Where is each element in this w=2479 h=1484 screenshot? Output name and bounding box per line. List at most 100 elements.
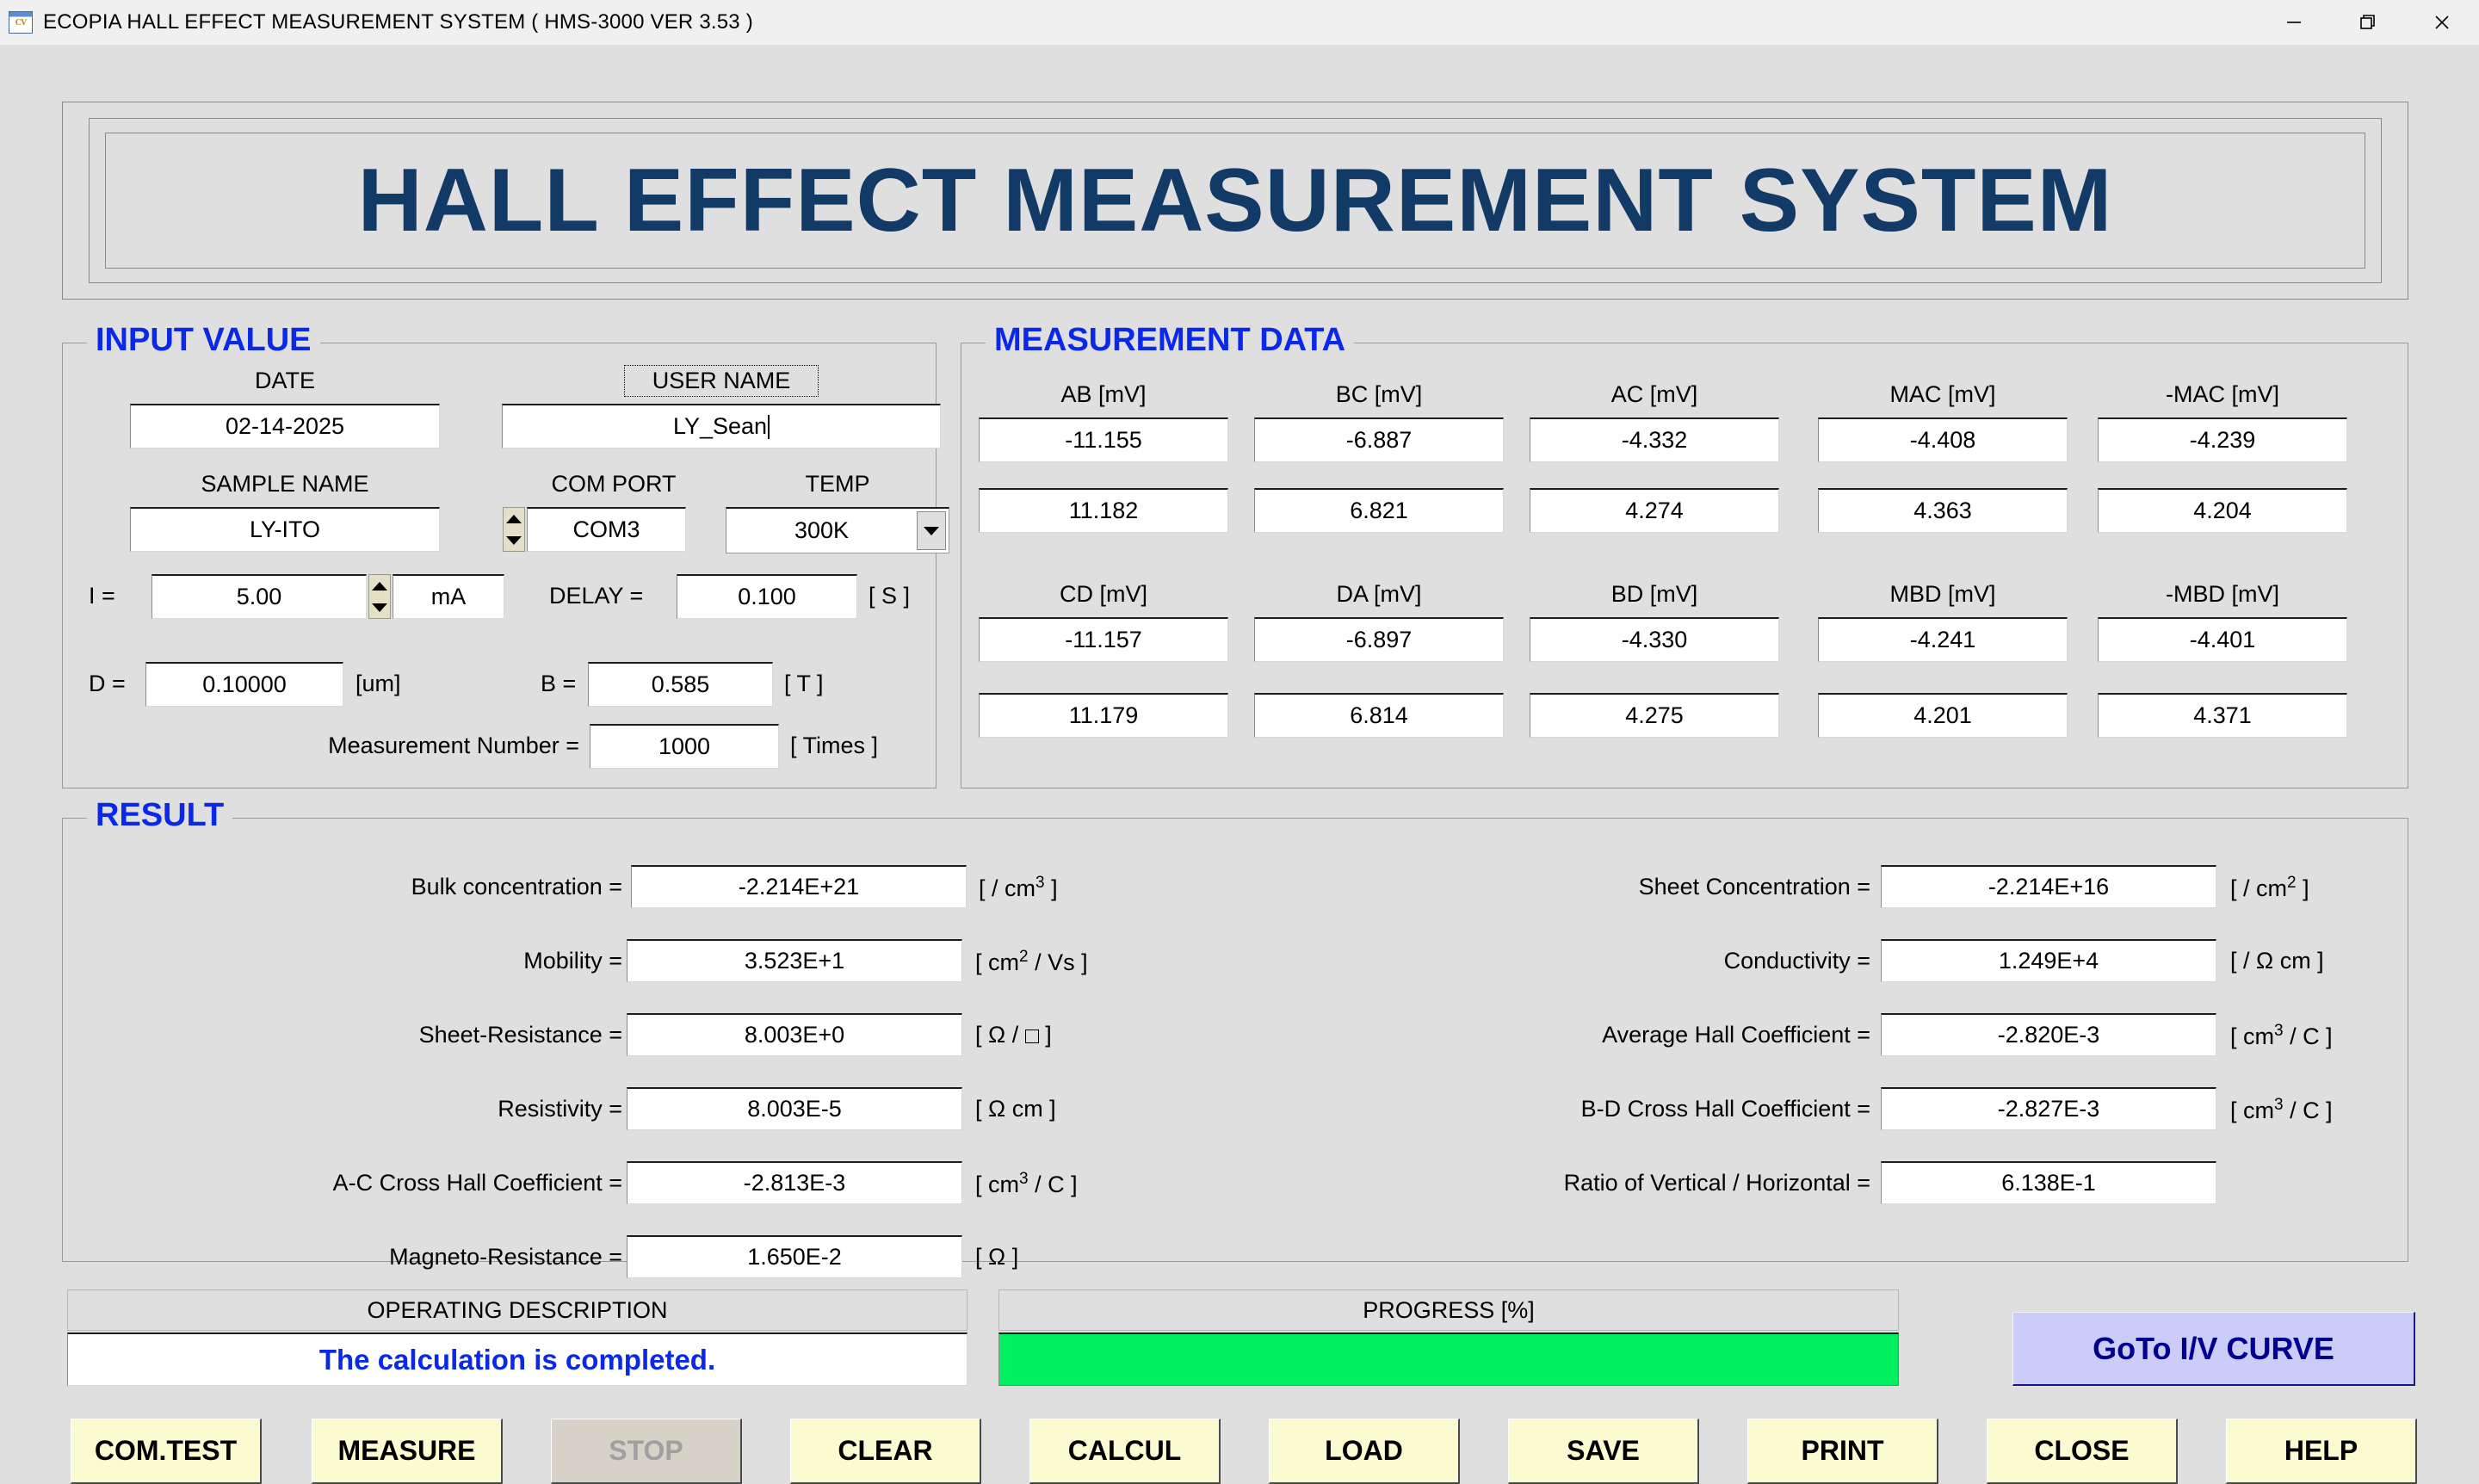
current-unit-spinner[interactable]	[368, 574, 391, 619]
resistivity-value[interactable]: 8.003E-5	[627, 1087, 962, 1130]
sheet-resistance-value[interactable]: 8.003E+0	[627, 1013, 962, 1056]
close-button[interactable]	[2405, 0, 2479, 45]
resistivity-label: Resistivity =	[498, 1096, 622, 1122]
mobility-value[interactable]: 3.523E+1	[627, 939, 962, 982]
unit-post: / Vs ]	[1035, 949, 1088, 975]
window-title: ECOPIA HALL EFFECT MEASUREMENT SYSTEM ( …	[43, 10, 753, 34]
current-unit-spinner-down[interactable]	[369, 597, 390, 618]
conductivity-value[interactable]: 1.249E+4	[1881, 939, 2216, 982]
magneto-resistance-label: Magneto-Resistance =	[389, 1244, 622, 1270]
temp-label: TEMP	[805, 471, 870, 497]
operating-description-caption: OPERATING DESCRIPTION	[67, 1289, 967, 1331]
unit-sup: 2	[2287, 874, 2297, 892]
meas-value-nmbd-1[interactable]: -4.401	[2098, 617, 2347, 662]
minimize-button[interactable]	[2257, 0, 2331, 45]
sheet-concentration-value[interactable]: -2.214E+16	[1881, 865, 2216, 908]
unit-sup: 3	[1019, 1170, 1029, 1188]
stop-button: STOP	[551, 1419, 742, 1484]
meas-value-nmac-1[interactable]: -4.239	[2098, 417, 2347, 462]
user-name-input[interactable]: LY_Sean	[502, 404, 941, 448]
meas-header-mac: MAC [mV]	[1889, 381, 1996, 407]
progress-caption: PROGRESS [%]	[998, 1289, 1899, 1331]
meas-value-bd-1[interactable]: -4.330	[1530, 617, 1779, 662]
meas-value-cd-2[interactable]: 11.179	[979, 693, 1228, 738]
square-icon	[1024, 1030, 1039, 1043]
date-input[interactable]: 02-14-2025	[130, 404, 440, 448]
meas-value-bd-2[interactable]: 4.275	[1530, 693, 1779, 738]
com-port-input[interactable]: COM3	[527, 507, 686, 552]
triangle-down-icon	[506, 535, 522, 545]
conductivity-unit: [ / Ω cm ]	[2230, 948, 2324, 974]
goto-iv-curve-button[interactable]: GoTo I/V CURVE	[2012, 1312, 2415, 1386]
meas-value-mac-2[interactable]: 4.363	[1818, 488, 2068, 533]
bulk-concentration-unit: [ / cm3 ]	[979, 874, 1058, 902]
meas-header-nmbd: -MBD [mV]	[2166, 581, 2279, 607]
app-icon	[9, 11, 33, 34]
sample-name-label: SAMPLE NAME	[201, 471, 369, 497]
triangle-up-icon	[372, 581, 387, 591]
meas-value-mac-1[interactable]: -4.408	[1818, 417, 2068, 462]
measurement-data-group-title: MEASUREMENT DATA	[986, 321, 1355, 359]
meas-value-cd-1[interactable]: -11.157	[979, 617, 1228, 662]
meas-value-nmac-2[interactable]: 4.204	[2098, 488, 2347, 533]
meas-value-nmbd-2[interactable]: 4.371	[2098, 693, 2347, 738]
triangle-up-icon	[506, 514, 522, 523]
unit-pre: [ / cm	[979, 875, 1035, 901]
app-body: HALL EFFECT MEASUREMENT SYSTEM INPUT VAL…	[0, 45, 2479, 1484]
magneto-resistance-value[interactable]: 1.650E-2	[627, 1235, 962, 1278]
close-button-bottom[interactable]: CLOSE	[1987, 1419, 2178, 1484]
com-port-spinner-up[interactable]	[504, 508, 524, 529]
help-button[interactable]: HELP	[2226, 1419, 2417, 1484]
title-banner-frame-mid: HALL EFFECT MEASUREMENT SYSTEM	[89, 118, 2382, 283]
bulk-concentration-label: Bulk concentration =	[411, 874, 622, 900]
input-value-group: INPUT VALUE DATE 02-14-2025 USER NAME LY…	[62, 321, 949, 788]
clear-button[interactable]: CLEAR	[790, 1419, 981, 1484]
meas-value-ac-2[interactable]: 4.274	[1530, 488, 1779, 533]
ratio-vertical-horizontal-value[interactable]: 6.138E-1	[1881, 1161, 2216, 1204]
measurement-data-group: MEASUREMENT DATA AB [mV] BC [mV] AC [mV]…	[961, 321, 2408, 788]
mobility-label: Mobility =	[523, 948, 622, 974]
thickness-input[interactable]: 0.10000	[145, 662, 343, 707]
measurement-number-input[interactable]: 1000	[590, 724, 779, 769]
restore-button[interactable]	[2331, 0, 2405, 45]
chevron-down-icon[interactable]	[917, 511, 946, 550]
calcul-button[interactable]: CALCUL	[1029, 1419, 1221, 1484]
measure-button[interactable]: MEASURE	[312, 1419, 503, 1484]
thickness-unit-label: [um]	[355, 671, 401, 696]
sample-name-input[interactable]: LY-ITO	[130, 507, 440, 552]
meas-value-mbd-1[interactable]: -4.241	[1818, 617, 2068, 662]
current-unit-input[interactable]: mA	[393, 574, 504, 619]
unit-post: / C ]	[1035, 1172, 1078, 1197]
temp-select[interactable]: 300K	[726, 507, 949, 553]
meas-value-ac-1[interactable]: -4.332	[1530, 417, 1779, 462]
meas-value-mbd-2[interactable]: 4.201	[1818, 693, 2068, 738]
resistivity-unit: [ Ω cm ]	[975, 1096, 1056, 1122]
meas-value-da-1[interactable]: -6.897	[1254, 617, 1504, 662]
load-button[interactable]: LOAD	[1269, 1419, 1460, 1484]
meas-value-bc-2[interactable]: 6.821	[1254, 488, 1504, 533]
unit-pre: [ Ω /	[975, 1022, 1019, 1048]
com-port-spinner-down[interactable]	[504, 529, 524, 551]
sheet-resistance-unit: [ Ω / ]	[975, 1022, 1052, 1048]
unit-pre: [ cm	[2230, 1023, 2274, 1049]
bulk-concentration-value[interactable]: -2.214E+21	[631, 865, 967, 908]
print-button[interactable]: PRINT	[1747, 1419, 1938, 1484]
unit-post: ]	[1045, 1022, 1052, 1048]
meas-header-bd: BD [mV]	[1610, 581, 1698, 607]
operating-description-message: The calculation is completed.	[67, 1333, 967, 1386]
ac-cross-hall-coefficient-value[interactable]: -2.813E-3	[627, 1161, 962, 1204]
meas-value-ab-1[interactable]: -11.155	[979, 417, 1228, 462]
com-test-button[interactable]: COM.TEST	[71, 1419, 262, 1484]
current-input[interactable]: 5.00	[151, 574, 367, 619]
save-button[interactable]: SAVE	[1508, 1419, 1699, 1484]
meas-value-ab-2[interactable]: 11.182	[979, 488, 1228, 533]
delay-input[interactable]: 0.100	[677, 574, 857, 619]
com-port-spinner[interactable]	[503, 507, 525, 552]
average-hall-coefficient-value[interactable]: -2.820E-3	[1881, 1013, 2216, 1056]
bd-cross-hall-coefficient-value[interactable]: -2.827E-3	[1881, 1087, 2216, 1130]
delay-label: DELAY =	[549, 583, 644, 609]
current-unit-spinner-up[interactable]	[369, 575, 390, 597]
field-input[interactable]: 0.585	[588, 662, 773, 707]
meas-value-bc-1[interactable]: -6.887	[1254, 417, 1504, 462]
meas-value-da-2[interactable]: 6.814	[1254, 693, 1504, 738]
